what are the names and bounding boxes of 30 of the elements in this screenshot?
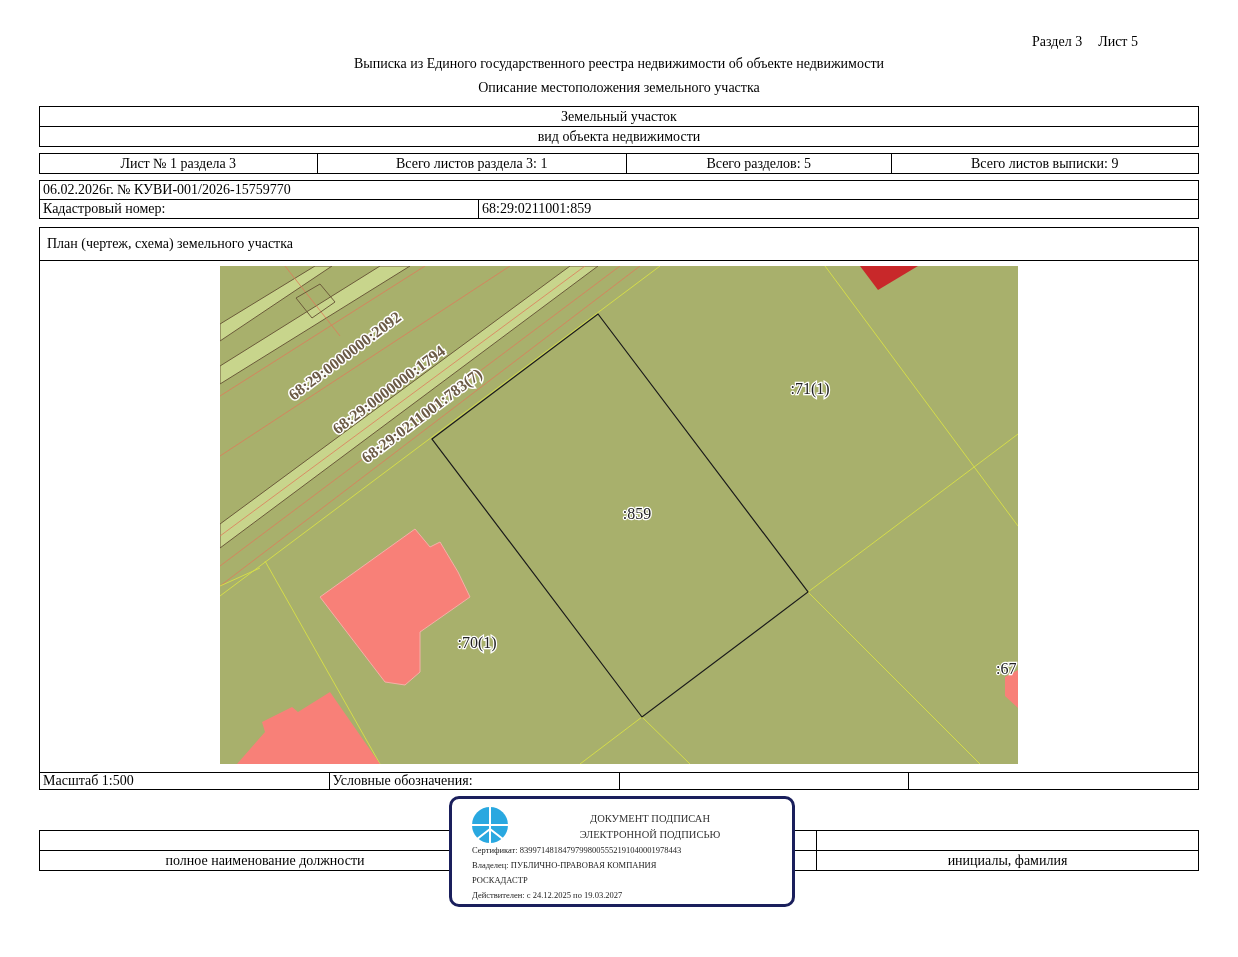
table-cell-text: Лист № 1 раздела 3 xyxy=(119,154,238,173)
logo-icon xyxy=(472,807,508,843)
table-cell: 68:29:0211001:859 xyxy=(478,200,1198,218)
table-cell: Всего листов выписки: 9 xyxy=(890,154,1198,173)
table-cell-text: План (чертеж, схема) земельного участка xyxy=(46,235,295,253)
stamp-detail: Сертификат: 83997148184797998005552191040001978443 xyxy=(472,844,683,857)
parcel-number-label: :67 xyxy=(996,660,1017,677)
table-cell-text: вид объекта недвижимости xyxy=(536,127,702,146)
section-label: Раздел 3 xyxy=(1032,34,1083,50)
table-cell-text: Кадастровый номер: xyxy=(42,200,167,218)
stamp-detail: РОСКАДАСТР xyxy=(472,874,529,887)
document-subtitle: Описание местоположения земельного участка xyxy=(477,80,761,97)
table-cell-text: Земельный участок xyxy=(560,107,678,126)
stamp-text: ДОКУМЕНТ ПОДПИСАН xyxy=(590,813,710,824)
table-cell: Всего листов раздела 3: 1 xyxy=(316,154,626,173)
stamp-detail: Владелец: ПУБЛИЧНО-ПРАВОВАЯ КОМПАНИЯ xyxy=(472,859,658,872)
table-cell-text: 06.02.2026г. № КУВИ-001/2026-15759770 xyxy=(42,181,292,199)
parcel-boundary-line xyxy=(579,716,643,764)
parcel-number-label: :71(1) xyxy=(790,380,830,397)
table-cell-text: Масштаб 1:500 xyxy=(42,773,135,789)
document-title: Выписка из Единого государственного реестра недвижимости об объекте недвижимости xyxy=(352,56,886,73)
table-cell: инициалы, фамилия xyxy=(816,851,1198,870)
parcel-boundary-line xyxy=(641,716,691,764)
stamp-text: ЭЛЕКТРОННОЙ ПОДПИСЬЮ xyxy=(579,829,721,840)
table-cell: Условные обозначения: xyxy=(328,773,619,789)
stamp-detail: Действителен: с 24.12.2025 по 19.03.2027 xyxy=(472,889,624,902)
parcel-number-label: :70(1) xyxy=(457,634,497,651)
table-cell: Всего разделов: 5 xyxy=(626,154,891,173)
parcel-number-label: :859 xyxy=(622,505,652,522)
sheet-label: Лист 5 xyxy=(1098,34,1138,50)
